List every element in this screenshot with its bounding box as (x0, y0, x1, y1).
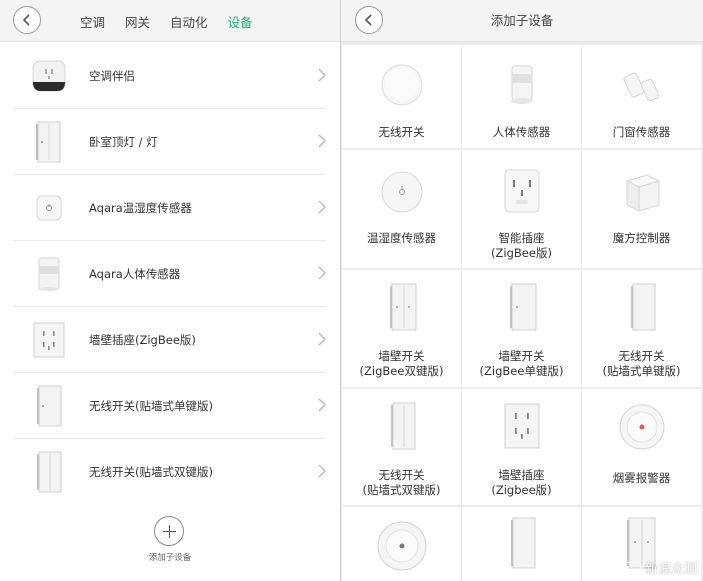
device-row-wireless-single[interactable]: 无线开关(贴墙式单键版) (0, 373, 340, 439)
grid-item-label-line1: 无线开关 (618, 349, 665, 363)
chevron-right-icon (318, 134, 326, 148)
add-subdevice-label: 添加子设备 (148, 553, 192, 563)
motion-sensor-icon (28, 251, 70, 297)
grid-item-label-line2: (ZigBee双键版) (359, 364, 444, 378)
add-subdevice-button[interactable]: 添加子设备 (120, 516, 220, 576)
grid-item-label-line1: 墙壁插座 (498, 468, 545, 482)
device-name: 卧室顶灯 / 灯 (89, 135, 158, 149)
grid-item-smoke-alarm[interactable]: 烟雾报警器 (582, 389, 701, 505)
grid-item-label: 人体传感器 (492, 125, 551, 139)
grid-item-smart-plug[interactable]: 智能插座 (ZigBee版) (462, 150, 581, 268)
grid-item-wall-double-switch[interactable]: 墙壁开关 (ZigBee双键版) (342, 270, 461, 387)
device-name: Aqara温湿度传感器 (89, 201, 192, 215)
device-row-ac-companion[interactable]: 空调伴侣 (0, 43, 340, 109)
chevron-right-icon (318, 464, 326, 478)
chevron-right-icon (318, 200, 326, 214)
grid-item-label: 无线开关 (378, 125, 425, 139)
smoke-alarm-icon (582, 397, 701, 457)
device-row-wall-outlet[interactable]: 墙壁插座(ZigBee版) (0, 307, 340, 373)
temp-humidity-sensor-icon (28, 185, 70, 231)
device-row-bedroom-light[interactable]: 卧室顶灯 / 灯 (0, 109, 340, 175)
chevron-right-icon (318, 332, 326, 346)
device-name: Aqara人体传感器 (89, 267, 181, 281)
device-name: 墙壁插座(ZigBee版) (89, 333, 196, 347)
smart-plug-icon (462, 162, 581, 222)
gas-alarm-icon (342, 513, 461, 573)
grid-item-wireless-button[interactable]: 无线开关 (342, 45, 461, 148)
device-row-temp-humidity[interactable]: Aqara温湿度传感器 (0, 175, 340, 241)
temp-humidity-sensor-icon (342, 162, 461, 222)
grid-item-label: 门窗传感器 (612, 125, 671, 139)
add-subdevice-panel: 添加子设备 无线开关 人体传感器 门窗传感器 温湿度传感器 智能插座 (ZigB… (341, 0, 703, 581)
grid-item-label-line2: (贴墙式双键版) (362, 483, 441, 497)
ac-companion-icon (28, 53, 70, 99)
device-row-motion-sensor[interactable]: Aqara人体传感器 (0, 241, 340, 307)
plus-icon (154, 516, 184, 546)
grid-item-wall-switch[interactable] (462, 507, 581, 581)
wireless-double-switch-icon (342, 397, 461, 457)
grid-item-label-line1: 无线开关 (378, 468, 425, 482)
wall-switch-icon (28, 119, 70, 165)
grid-item-label-line1: 墙壁开关 (498, 349, 545, 363)
magic-cube-icon (582, 162, 701, 222)
grid-item-label-line2: (Zigbee版) (491, 483, 552, 497)
device-row-wireless-double[interactable]: 无线开关(贴墙式双键版) (0, 439, 340, 505)
watermark-text: 新浪众测 (644, 562, 697, 577)
device-name: 空调伴侣 (89, 69, 135, 83)
grid-item-gas-alarm[interactable] (342, 507, 461, 581)
wall-switch-icon (462, 513, 581, 573)
tab-ac[interactable]: 空调 (80, 12, 105, 31)
device-name: 无线开关(贴墙式双键版) (89, 465, 213, 479)
grid-item-label-line2: (ZigBee版) (491, 246, 552, 260)
grid-item-label-line1: 智能插座 (498, 231, 545, 245)
grid-item-temp-humidity[interactable]: 温湿度传感器 (342, 150, 461, 268)
wall-outlet-icon (28, 317, 70, 363)
chevron-left-icon (22, 14, 30, 26)
left-header: 空调 网关 自动化 设备 (0, 0, 340, 42)
grid-item-label: 烟雾报警器 (612, 471, 671, 485)
wireless-single-switch-icon (582, 278, 701, 338)
grid-item-label-line1: 墙壁开关 (378, 349, 425, 363)
grid-item-label: 魔方控制器 (612, 231, 671, 245)
tv-logo-icon (624, 561, 641, 574)
grid-item-wireless-single-switch[interactable]: 无线开关 (贴墙式单键版) (582, 270, 701, 387)
tab-automation[interactable]: 自动化 (170, 12, 208, 31)
grid-item-magic-cube[interactable]: 魔方控制器 (582, 150, 701, 268)
wall-double-switch-icon (342, 278, 461, 338)
grid-item-label-line2: (ZigBee单键版) (479, 364, 564, 378)
grid-item-wall-single-switch[interactable]: 墙壁开关 (ZigBee单键版) (462, 270, 581, 387)
chevron-right-icon (318, 266, 326, 280)
wall-single-switch-icon (462, 278, 581, 338)
chevron-right-icon (318, 68, 326, 82)
grid-item-label-line2: (贴墙式单键版) (602, 364, 681, 378)
wall-outlet-icon (462, 397, 581, 457)
device-list: 空调伴侣 卧室顶灯 / 灯 Aqara温湿度传感器 Aqara人体传感器 墙壁插… (0, 43, 340, 505)
device-name: 无线开关(贴墙式单键版) (89, 399, 213, 413)
motion-sensor-icon (462, 55, 581, 115)
double-switch-icon (28, 449, 70, 495)
chevron-right-icon (318, 398, 326, 412)
wireless-button-icon (342, 55, 461, 115)
single-switch-icon (28, 383, 70, 429)
watermark: 新浪众测 (624, 558, 697, 577)
grid-item-door-window-sensor[interactable]: 门窗传感器 (582, 45, 701, 148)
tab-gateway[interactable]: 网关 (125, 12, 150, 31)
grid-item-wireless-double-switch[interactable]: 无线开关 (贴墙式双键版) (342, 389, 461, 505)
door-window-sensor-icon (582, 55, 701, 115)
grid-item-motion-sensor[interactable]: 人体传感器 (462, 45, 581, 148)
tab-bar: 空调 网关 自动化 设备 (80, 0, 273, 42)
grid-item-wall-outlet[interactable]: 墙壁插座 (Zigbee版) (462, 389, 581, 505)
page-title: 添加子设备 (490, 13, 554, 28)
device-list-panel: 空调 网关 自动化 设备 空调伴侣 卧室顶灯 / 灯 Aqara温湿度传感器 A… (0, 0, 340, 581)
right-header: 添加子设备 (341, 0, 703, 42)
tab-devices[interactable]: 设备 (228, 12, 253, 31)
back-button[interactable] (13, 6, 41, 34)
grid-item-label: 温湿度传感器 (367, 231, 436, 245)
